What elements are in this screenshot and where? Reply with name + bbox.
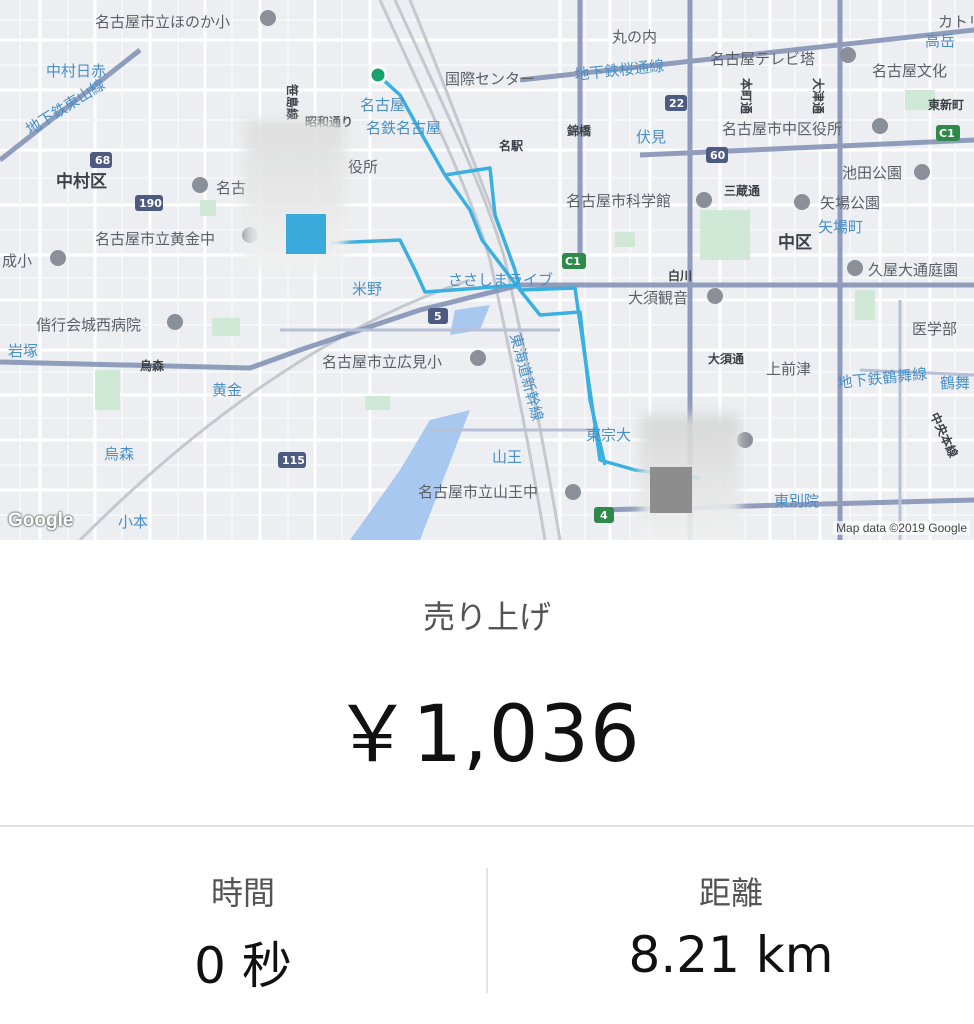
route-badge-c1: C1 (565, 255, 581, 268)
dropoff-marker (650, 467, 692, 513)
map-canvas: 68 190 5 115 22 60 C1 C1 4 名古屋市立ほのか小 中村日… (0, 0, 974, 540)
map-label-sanzo: 三蔵通 (724, 183, 760, 198)
route-badge-c1b: C1 (939, 127, 955, 140)
map-label-komeno: 米野 (352, 280, 382, 298)
google-logo: Google (8, 510, 74, 531)
map-label-nishiki: 錦橋 (566, 123, 592, 138)
map-label-kogane-school: 名古屋市立黄金中 (95, 230, 215, 248)
map-label-kanayama: カトリ (938, 13, 974, 31)
map-label-shirakawa: 白川 (668, 268, 692, 283)
map-label-fushimi: 伏見 (636, 128, 666, 146)
map-label-hirohami-school: 名古屋市立広見小 (322, 353, 442, 371)
map-label-nakamura-ku: 中村区 (56, 171, 107, 192)
map-label-naka-ku: 中区 (778, 232, 812, 253)
map-label-shinkansen: 東海道新幹線 (506, 331, 547, 423)
map-label-sasashima-road: 笹島線 (285, 84, 300, 120)
map-label-yaba-park: 矢場公園 (820, 194, 880, 212)
map-label-yakusho: 役所 (348, 158, 378, 176)
map-label-medical: 医学部 (912, 320, 957, 338)
trip-map[interactable]: 68 190 5 115 22 60 C1 C1 4 名古屋市立ほのか小 中村日… (0, 0, 974, 540)
map-label-tobetsuin: 東別院 (774, 492, 819, 510)
map-label-yabacho: 矢場町 (818, 218, 863, 236)
map-label-sasashima-live: ささしまライブ (448, 271, 553, 289)
route-badge-5: 5 (434, 310, 442, 323)
map-label-komoto: 小本 (118, 513, 148, 531)
pickup-marker (286, 214, 326, 254)
time-stat: 時間 0 秒 (0, 868, 486, 998)
fare-amount: ￥1,036 (333, 690, 641, 780)
route-badge-60: 60 (710, 149, 726, 162)
fare-label: 売り上げ (422, 598, 551, 636)
map-label-osu-dori: 大須通 (708, 351, 744, 366)
route-badge-68: 68 (95, 154, 110, 167)
map-label-hisaya: 久屋大通庭園 (868, 261, 958, 279)
map-label-nagoya: 名古屋 (360, 96, 405, 114)
map-label-marunouchi: 丸の内 (612, 28, 657, 46)
map-label-narisho: 成小 (2, 252, 32, 270)
time-value: 0 秒 (194, 937, 292, 995)
map-label-karasumori: 烏森 (104, 445, 134, 463)
map-attribution[interactable]: Map data ©2019 Google (833, 521, 970, 535)
map-label-naka-ward-office: 名古屋市中区役所 (722, 120, 842, 138)
distance-value: 8.21 km (628, 926, 834, 984)
map-label-sanno: 山王 (492, 448, 522, 466)
distance-stat: 距離 8.21 km (488, 868, 974, 984)
map-label-takaoka: 高岳 (925, 32, 955, 50)
map-label-gyokokai: 偕行会城西病院 (36, 316, 141, 334)
map-label-kokusai-center: 国際センター (445, 70, 535, 88)
map-label-honoka: 名古屋市立ほのか小 (95, 13, 230, 31)
map-label-meieki: 名駅 (499, 138, 524, 153)
map-label-osu-kannon: 大須観音 (628, 289, 688, 307)
map-label-kogane: 黄金 (212, 381, 242, 399)
map-label-higashi-shinmachi: 東新町 (928, 97, 964, 112)
map-label-tv-tower: 名古屋テレビ塔 (710, 50, 815, 68)
time-label: 時間 (210, 874, 275, 912)
map-label-na-prefix: 名古 (216, 179, 246, 197)
map-label-hommachi: 本町通 (739, 78, 754, 114)
route-badge-115: 115 (282, 454, 305, 467)
map-label-tsurumai: 鶴舞 (940, 374, 970, 392)
map-label-sanno-school: 名古屋市立山王中 (418, 483, 538, 501)
divider (0, 825, 974, 827)
route-badge-22: 22 (669, 97, 684, 110)
map-label-science-museum: 名古屋市科学館 (566, 192, 671, 210)
map-label-iwatsuka: 岩塚 (8, 342, 38, 360)
map-label-kamimaezu: 上前津 (766, 360, 811, 378)
map-label-meitetsu-nagoya: 名鉄名古屋 (366, 119, 441, 137)
distance-label: 距離 (698, 874, 763, 912)
map-label-higashi-daiko: 東宗大 (586, 426, 631, 444)
route-badge-4: 4 (600, 509, 608, 522)
map-label-otsu: 大津通 (811, 78, 826, 114)
map-label-nagoya-bunka: 名古屋文化 (872, 62, 947, 80)
route-badge-190: 190 (139, 197, 162, 210)
map-label-ikeda-park: 池田公園 (842, 164, 902, 182)
map-label-karasumori-road: 烏森 (140, 358, 165, 373)
